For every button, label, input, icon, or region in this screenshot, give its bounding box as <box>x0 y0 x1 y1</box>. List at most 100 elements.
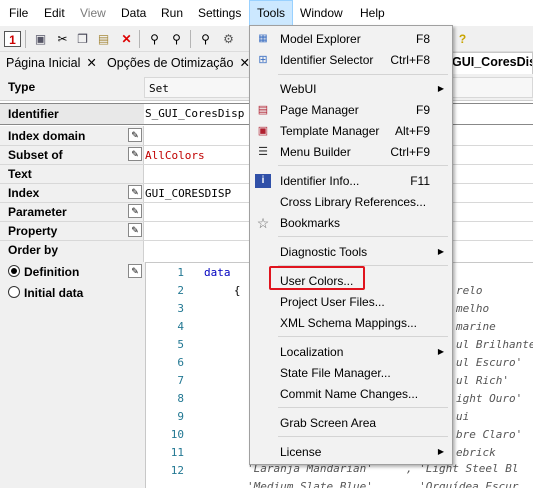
menu-item-license[interactable]: License ▶ <box>250 441 452 463</box>
menu-item-cross-library-references[interactable]: Cross Library References... <box>250 191 452 213</box>
info-icon: i <box>255 174 271 188</box>
menu-item-menu-builder[interactable]: ☰ Menu Builder Ctrl+F9 <box>250 141 452 163</box>
tab-opcoes-otimizacao[interactable]: Opções de Otimização ✕ <box>101 54 257 74</box>
line-number: 8 <box>177 392 184 405</box>
menu-file[interactable]: File <box>9 0 28 26</box>
menu-bar: File Edit View Data Run Settings Tools W… <box>0 0 533 26</box>
line-number: 12 <box>170 464 184 477</box>
tab-label: GUI_CoresDispo <box>452 55 532 69</box>
menu-item-label: State File Manager... <box>280 366 391 380</box>
menu-separator <box>278 336 448 337</box>
toolbar-separator <box>139 30 140 48</box>
menu-item-shortcut: F9 <box>415 103 430 117</box>
menu-item-label: Grab Screen Area <box>280 416 377 430</box>
menu-item-model-explorer[interactable]: ▦ Model Explorer F8 <box>250 28 452 50</box>
menu-help[interactable]: Help <box>360 0 385 26</box>
menu-item-webui[interactable]: WebUI ▶ <box>250 78 452 100</box>
edit-wizard-icon[interactable]: ✎ <box>128 185 142 199</box>
help-icon[interactable]: ? <box>454 31 471 47</box>
paste-icon[interactable]: ▤ <box>95 31 112 47</box>
submenu-arrow-icon: ▶ <box>437 84 444 93</box>
edit-wizard-icon[interactable]: ✎ <box>128 204 142 218</box>
cut-icon[interactable]: ✂ <box>54 31 71 47</box>
code-string-fragment: ui <box>456 410 470 423</box>
menu-data[interactable]: Data <box>121 0 146 26</box>
menu-item-bookmarks[interactable]: ☆ Bookmarks <box>250 212 452 234</box>
page-manager-icon: ▤ <box>257 104 269 116</box>
new-page-icon[interactable]: 1 <box>4 31 21 47</box>
menu-item-grab-screen-area[interactable]: Grab Screen Area <box>250 412 452 434</box>
subset-of-label: Subset of <box>8 148 63 162</box>
menu-item-template-manager[interactable]: ▣ Template Manager Alt+F9 <box>250 120 452 142</box>
menu-item-identifier-info[interactable]: i Identifier Info... F11 <box>250 170 452 192</box>
code-string-fragment: ebrick <box>456 446 496 459</box>
identifier-selector-icon: ⊞ <box>258 54 268 66</box>
model-explorer-icon: ▦ <box>258 33 268 44</box>
initial-data-label: Initial data <box>24 286 84 300</box>
menu-item-label: Commit Name Changes... <box>280 387 419 401</box>
edit-wizard-icon[interactable]: ✎ <box>128 128 142 142</box>
tab-label: Opções de Otimização <box>107 56 234 70</box>
tab-pagina-inicial[interactable]: Página Inicial ✕ <box>0 54 104 74</box>
tab-gui-cores-dispo[interactable]: GUI_CoresDispo <box>448 52 533 74</box>
find-next-icon[interactable]: ⚲ <box>168 31 185 47</box>
edit-wizard-icon[interactable]: ✎ <box>128 147 142 161</box>
edit-wizard-icon[interactable]: ✎ <box>128 223 142 237</box>
settings-icon[interactable]: ⚙ <box>220 31 237 47</box>
find-in-files-icon[interactable]: ⚲ <box>197 31 214 47</box>
toolbar-separator <box>190 30 191 48</box>
menu-item-xml-schema-mappings[interactable]: XML Schema Mappings... <box>250 312 452 334</box>
menu-item-label: Cross Library References... <box>280 195 427 209</box>
menu-item-label: Identifier Info... <box>280 174 360 188</box>
line-number: 3 <box>177 302 184 315</box>
menu-item-label: XML Schema Mappings... <box>280 316 417 330</box>
code-string-fragment: melho <box>456 302 490 315</box>
property-label: Property <box>8 224 58 238</box>
menu-run[interactable]: Run <box>161 0 183 26</box>
menu-item-shortcut: F8 <box>415 32 430 46</box>
menu-item-label: Template Manager <box>280 124 380 138</box>
definition-radio[interactable] <box>8 265 20 277</box>
submenu-arrow-icon: ▶ <box>437 247 444 256</box>
menu-window[interactable]: Window <box>300 0 343 26</box>
copy-icon[interactable]: ❐ <box>74 31 91 47</box>
column-divider <box>143 126 144 264</box>
code-string-fragment: bre Claro' <box>456 428 523 441</box>
code-string-fragment: ul Escuro' <box>456 356 523 369</box>
line-number: 5 <box>177 338 184 351</box>
menu-item-page-manager[interactable]: ▤ Page Manager F9 <box>250 99 452 121</box>
menu-item-label: Bookmarks <box>280 216 341 230</box>
menu-tools[interactable]: Tools <box>249 0 293 26</box>
find-icon[interactable]: ⚲ <box>146 31 163 47</box>
menu-item-commit-name-changes[interactable]: Commit Name Changes... <box>250 383 452 405</box>
tools-menu: ▦ Model Explorer F8 ⊞ Identifier Selecto… <box>249 25 453 465</box>
menu-item-diagnostic-tools[interactable]: Diagnostic Tools ▶ <box>250 241 452 263</box>
code-string-fragment: ul Rich' <box>456 374 509 387</box>
edit-wizard-icon[interactable]: ✎ <box>128 264 142 278</box>
line-number: 11 <box>170 446 184 459</box>
subset-of-value[interactable]: AllColors <box>145 149 205 162</box>
menu-view[interactable]: View <box>80 0 106 26</box>
menu-separator <box>278 74 448 75</box>
menu-item-identifier-selector[interactable]: ⊞ Identifier Selector Ctrl+F8 <box>250 49 452 71</box>
code-string-line: 'Medium Slate Blue' , 'Orquídea Escur <box>247 480 519 488</box>
code-string-fragment: marine <box>456 320 496 333</box>
menu-edit[interactable]: Edit <box>44 0 65 26</box>
line-number: 4 <box>177 320 184 333</box>
save-all-icon[interactable]: ▣ <box>32 31 49 47</box>
identifier-value: S_GUI_CoresDisp <box>145 107 245 120</box>
initial-data-radio[interactable] <box>8 286 20 298</box>
menu-item-label: Localization <box>280 345 344 359</box>
close-icon[interactable]: ✕ <box>86 56 96 70</box>
menu-item-localization[interactable]: Localization ▶ <box>250 341 452 363</box>
text-label: Text <box>8 167 32 181</box>
code-string-fragment: ul Brilhante' <box>456 338 533 351</box>
menu-item-project-user-files[interactable]: Project User Files... <box>250 291 452 313</box>
delete-icon[interactable]: ✕ <box>118 31 135 47</box>
menu-settings[interactable]: Settings <box>198 0 241 26</box>
index-value[interactable]: GUI_CORESDISP <box>145 187 231 200</box>
menu-item-label: Project User Files... <box>280 295 385 309</box>
line-number: 7 <box>177 374 184 387</box>
code-string-fragment: relo <box>456 284 483 297</box>
menu-item-state-file-manager[interactable]: State File Manager... <box>250 362 452 384</box>
